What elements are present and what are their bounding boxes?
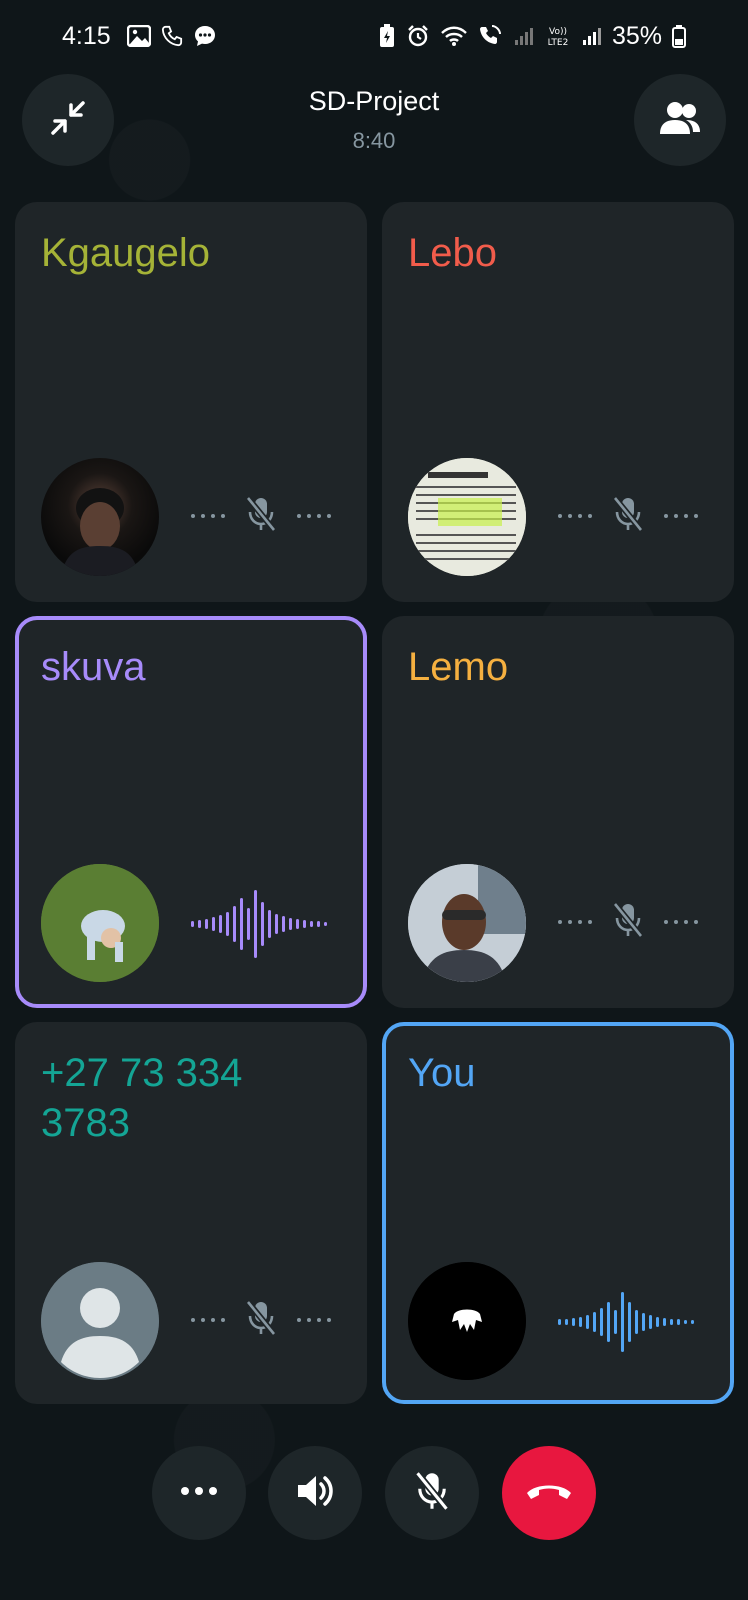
mic-off-icon: [610, 900, 646, 945]
more-icon: [179, 1484, 219, 1502]
participant-tile-kgaugelo[interactable]: Kgaugelo: [15, 202, 367, 602]
more-options-button[interactable]: [152, 1446, 246, 1540]
signal-icon-2: [582, 26, 602, 46]
mic-off-icon: [243, 494, 279, 539]
speaker-button[interactable]: [268, 1446, 362, 1540]
svg-text:Vo)): Vo)): [549, 27, 567, 37]
audio-waveform: [191, 890, 327, 958]
participant-tile-lemo[interactable]: Lemo: [382, 616, 734, 1008]
avatar: [408, 458, 526, 576]
participants-button[interactable]: [634, 74, 726, 166]
mic-off-icon: [243, 1298, 279, 1343]
participant-tile-lebo[interactable]: Lebo: [382, 202, 734, 602]
avatar: [41, 458, 159, 576]
participant-name: Lemo: [408, 645, 509, 689]
avatar: [408, 1262, 526, 1380]
call-controls: [0, 1446, 748, 1542]
svg-text:LTE2: LTE2: [548, 38, 569, 48]
end-call-icon: [524, 1479, 574, 1508]
participants-icon: [656, 100, 704, 141]
message-icon: [193, 24, 217, 48]
call-header: SD-Project 8:40: [0, 72, 748, 182]
dots: [297, 514, 331, 518]
speaker-icon: [294, 1471, 336, 1516]
signal-icon-1: [514, 26, 534, 46]
status-bar: 4:15 Vo)) LTE2 35%: [0, 0, 748, 72]
avatar: [408, 864, 526, 982]
mic-off-icon: [610, 494, 646, 539]
battery-saver-icon: [378, 24, 396, 48]
volte-icon: Vo)) LTE2: [544, 24, 572, 48]
participant-name: Lebo: [408, 231, 497, 275]
wifi-icon: [440, 25, 468, 47]
participant-name: Kgaugelo: [41, 231, 211, 275]
dots: [191, 1318, 225, 1322]
participant-name: You: [408, 1051, 476, 1095]
gallery-icon: [126, 25, 151, 47]
mic-off-icon: [412, 1468, 452, 1519]
mute-indicator: [558, 494, 698, 539]
mute-indicator: [191, 494, 331, 539]
mute-indicator: [558, 900, 698, 945]
participant-tile-skuva[interactable]: skuva: [15, 616, 367, 1008]
battery-icon: [672, 24, 686, 48]
dots: [664, 920, 698, 924]
battery-percent: 35%: [611, 21, 662, 50]
participant-tile-you[interactable]: You: [382, 1022, 734, 1404]
participant-name: skuva: [41, 645, 146, 689]
mute-button[interactable]: [385, 1446, 479, 1540]
avatar: [41, 864, 159, 982]
mute-indicator: [191, 1298, 331, 1343]
participant-name: +27 73 334 3783: [41, 1051, 243, 1145]
end-call-button[interactable]: [502, 1446, 596, 1540]
status-time: 4:15: [62, 21, 111, 50]
phone-icon: [161, 25, 183, 47]
participant-tile-unknown-number[interactable]: +27 73 334 3783: [15, 1022, 367, 1404]
alarm-icon: [406, 24, 430, 48]
wifi-call-icon: [478, 24, 504, 48]
dots: [558, 920, 592, 924]
default-avatar-icon: [41, 1262, 159, 1380]
audio-waveform: [558, 1292, 694, 1352]
dots: [191, 514, 225, 518]
dots: [558, 514, 592, 518]
dots: [664, 514, 698, 518]
dots: [297, 1318, 331, 1322]
